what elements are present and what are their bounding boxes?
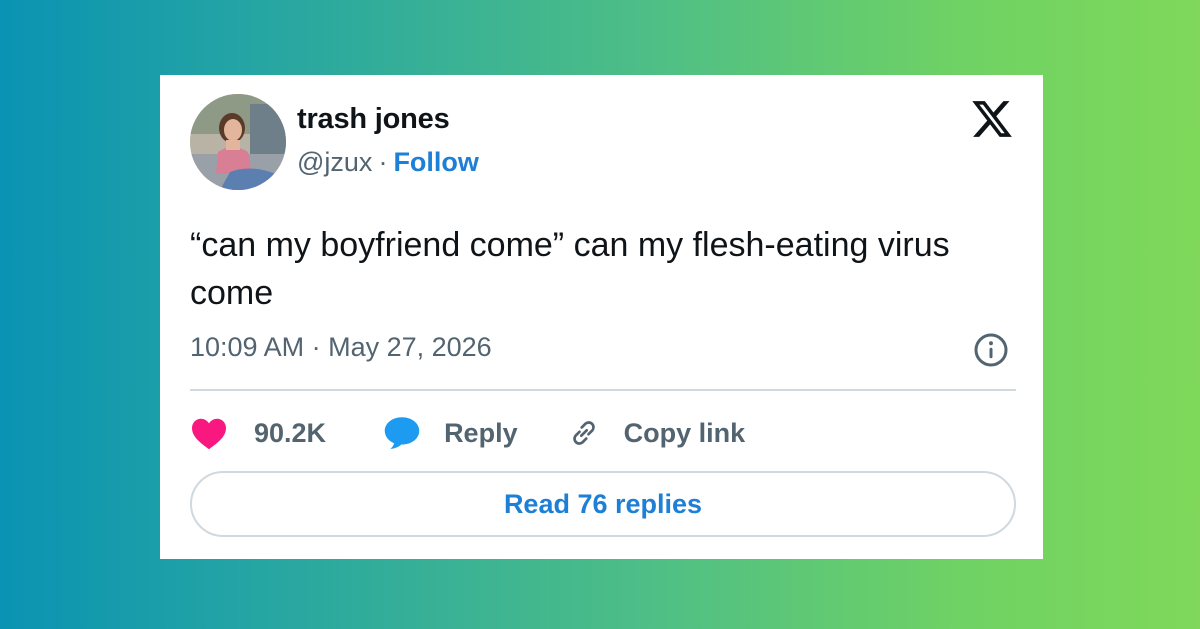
info-icon[interactable] xyxy=(973,332,1009,368)
author-handle-line: @jzux · Follow xyxy=(297,147,479,178)
like-button[interactable]: 90.2K xyxy=(190,416,326,450)
tweet-text: “can my boyfriend come” can my flesh-eat… xyxy=(190,226,950,312)
follow-button[interactable]: Follow xyxy=(393,147,478,177)
copy-link-label: Copy link xyxy=(623,417,746,448)
x-logo-icon[interactable] xyxy=(970,97,1014,141)
author-display-name[interactable]: trash jones xyxy=(297,103,450,136)
like-count: 90.2K xyxy=(254,417,327,448)
link-icon xyxy=(572,421,595,445)
avatar-photo xyxy=(190,94,286,190)
reply-label: Reply xyxy=(444,417,518,448)
heart-icon xyxy=(192,418,226,450)
tweet-timestamp[interactable]: 10:09 AM · May 27, 2026 xyxy=(190,332,492,363)
copy-link-button[interactable]: Copy link xyxy=(566,415,746,451)
reply-button[interactable]: Reply xyxy=(382,415,518,451)
avatar[interactable] xyxy=(190,94,286,190)
read-replies-button[interactable]: Read 76 replies xyxy=(190,471,1016,537)
tweet-card: trash jones @jzux · Follow “can my boyfrie… xyxy=(160,75,1043,559)
action-bar: 90.2K Reply Copy link xyxy=(190,413,745,453)
author-handle[interactable]: @jzux xyxy=(297,147,372,177)
speech-bubble-icon xyxy=(384,417,420,449)
separator-dot: · xyxy=(378,147,388,177)
divider xyxy=(190,389,1016,391)
